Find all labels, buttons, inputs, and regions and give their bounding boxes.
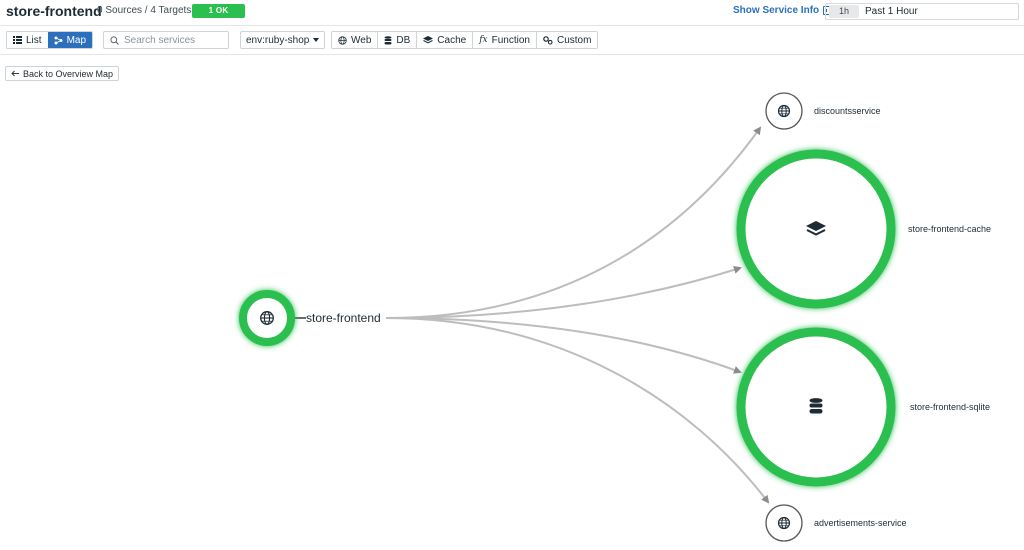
search-services-input[interactable]: [124, 34, 224, 46]
node-label-advertisements-service: advertisements-service: [814, 518, 907, 528]
edge-to-store-frontend-cache[interactable]: [385, 266, 742, 319]
cogs-icon: [543, 35, 553, 45]
filter-db-label: DB: [396, 34, 411, 46]
filter-custom-button[interactable]: Custom: [537, 32, 597, 48]
filter-custom-label: Custom: [556, 34, 592, 46]
filter-web-button[interactable]: Web: [332, 32, 379, 48]
time-range-label: Past 1 Hour: [865, 6, 918, 17]
service-type-filters: Web DB Cache fx Function Custom: [331, 31, 599, 49]
node-store-frontend-cache[interactable]: [736, 149, 896, 309]
page-header: store-frontend 0 Sources / 4 Targets 1 O…: [0, 0, 1024, 24]
node-store-frontend-sqlite[interactable]: [736, 327, 896, 487]
database-icon: [384, 35, 392, 44]
search-services-box[interactable]: [103, 31, 229, 49]
database-icon: [809, 398, 823, 414]
node-label-store-frontend-sqlite: store-frontend-sqlite: [910, 402, 990, 412]
show-service-info-label: Show Service Info: [733, 5, 820, 16]
back-to-overview-label: Back to Overview Map: [23, 68, 114, 79]
list-view-label: List: [26, 34, 42, 46]
view-toggle: List Map: [6, 31, 94, 49]
show-service-info-link[interactable]: Show Service Info: [733, 5, 833, 16]
back-to-overview-button[interactable]: Back to Overview Map: [5, 66, 120, 81]
node-label-discountsservice: discountsservice: [814, 106, 881, 116]
function-icon: fx: [479, 35, 488, 45]
layers-icon: [423, 36, 434, 44]
env-select[interactable]: env:ruby-shop: [240, 31, 325, 49]
page-title: store-frontend: [6, 3, 102, 19]
edge-to-discountsservice[interactable]: [385, 126, 762, 319]
env-select-value: env:ruby-shop: [246, 34, 310, 46]
node-label-store-frontend-cache: store-frontend-cache: [908, 224, 991, 234]
edge-to-store-frontend-sqlite[interactable]: [385, 317, 742, 374]
list-view-button[interactable]: List: [7, 32, 48, 48]
node-label-store-frontend: store-frontend: [306, 311, 381, 325]
globe-icon: [338, 35, 347, 45]
service-map: store-frontend discountsservice store-fr…: [239, 92, 991, 542]
toolbar: List Map env:ruby-shop Web DB Cache fx F…: [0, 25, 1024, 55]
filter-function-button[interactable]: fx Function: [473, 32, 537, 48]
time-range-picker[interactable]: 1h Past 1 Hour: [825, 3, 1019, 20]
node-advertisements-service[interactable]: [765, 504, 803, 542]
edge-to-advertisements-service[interactable]: [385, 317, 770, 504]
filter-function-label: Function: [491, 34, 530, 46]
list-icon: [13, 36, 22, 44]
time-range-chip: 1h: [829, 5, 859, 18]
map-view-label: Map: [66, 34, 87, 46]
filter-db-button[interactable]: DB: [378, 32, 418, 48]
map-nodes-icon: [54, 36, 63, 44]
sources-targets-count: 0 Sources / 4 Targets: [97, 5, 192, 16]
filter-cache-button[interactable]: Cache: [417, 32, 474, 48]
filter-web-label: Web: [351, 34, 372, 46]
node-store-frontend[interactable]: [239, 290, 295, 346]
arrow-left-icon: [11, 70, 19, 77]
status-badge[interactable]: 1 OK: [192, 4, 245, 18]
node-discountsservice[interactable]: [765, 92, 803, 130]
map-view-button[interactable]: Map: [47, 32, 93, 48]
chevron-down-icon: [313, 38, 319, 42]
search-icon: [110, 35, 119, 45]
filter-cache-label: Cache: [437, 34, 467, 46]
